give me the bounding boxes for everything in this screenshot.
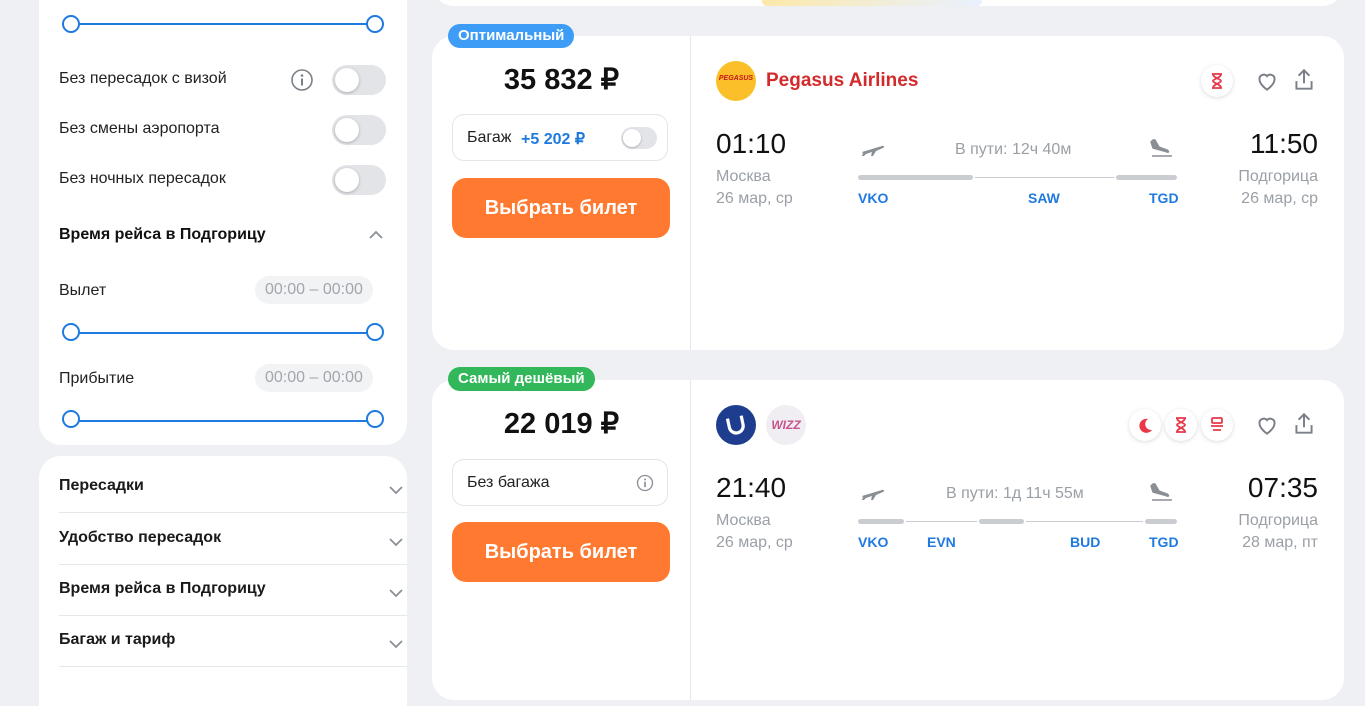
flight-duration: В пути: 1д 11ч 55м bbox=[946, 485, 1084, 502]
departure-slider-min-handle[interactable] bbox=[62, 323, 80, 341]
toggle-no-visa-transfers[interactable] bbox=[332, 65, 386, 95]
airport-code: VKO bbox=[858, 190, 889, 206]
select-ticket-button[interactable]: Выбрать билет bbox=[452, 522, 670, 582]
wizz-logo: WIZZ bbox=[766, 405, 806, 445]
arrival-slider-track[interactable] bbox=[71, 420, 375, 422]
chevron-down-icon bbox=[389, 589, 403, 598]
chevron-up-icon[interactable] bbox=[367, 226, 385, 249]
departure-slider-max-handle[interactable] bbox=[366, 323, 384, 341]
utair-logo bbox=[716, 405, 756, 445]
filter-label-airport-change: Без смены аэропорта bbox=[59, 120, 220, 137]
accordion-transfers[interactable]: Пересадки bbox=[59, 461, 407, 513]
departure-city: Москва bbox=[716, 512, 771, 529]
hourglass-icon bbox=[1165, 409, 1197, 441]
arrival-city: Подгорица bbox=[1238, 168, 1318, 185]
info-icon[interactable] bbox=[290, 68, 314, 97]
price-slider-min-handle[interactable] bbox=[62, 15, 80, 33]
select-ticket-button[interactable]: Выбрать билет bbox=[452, 178, 670, 238]
favorite-heart-icon[interactable] bbox=[1254, 412, 1280, 443]
toggle-no-night-transfers[interactable] bbox=[332, 165, 386, 195]
plane-landing-icon bbox=[1149, 482, 1175, 507]
route-segment bbox=[979, 519, 1024, 524]
departure-date: 26 мар, ср bbox=[716, 190, 793, 207]
ticket-card[interactable]: 35 832 ₽ Багаж +5 202 ₽ Выбрать билет PE… bbox=[432, 36, 1344, 350]
arrival-range: 00:00 – 00:00 bbox=[255, 364, 373, 392]
ticket-badge: Самый дешёвый bbox=[448, 367, 595, 391]
airport-code: EVN bbox=[927, 534, 956, 550]
route-segment bbox=[858, 519, 904, 524]
plane-takeoff-icon bbox=[860, 139, 886, 164]
route-segment bbox=[1145, 519, 1177, 524]
arrival-date: 26 мар, ср bbox=[1241, 190, 1318, 207]
accordion-baggage-tariff[interactable]: Багаж и тариф bbox=[59, 615, 407, 667]
departure-label: Вылет bbox=[59, 282, 107, 299]
filter-label-visa: Без пересадок с визой bbox=[59, 70, 227, 87]
filters-accordion: Пересадки Удобство пересадок Время рейса… bbox=[39, 456, 407, 706]
airport-code: SAW bbox=[1028, 190, 1060, 206]
ticket-price: 35 832 ₽ bbox=[503, 64, 620, 96]
departure-time: 21:40 bbox=[716, 472, 787, 503]
baggage-price: +5 202 ₽ bbox=[521, 131, 586, 148]
baggage-option[interactable]: Багаж +5 202 ₽ bbox=[452, 114, 668, 161]
baggage-label: Багаж bbox=[467, 129, 512, 146]
price-slider-max-handle[interactable] bbox=[366, 15, 384, 33]
flight-duration: В пути: 12ч 40м bbox=[955, 141, 1072, 158]
chevron-down-icon bbox=[389, 640, 403, 649]
hourglass-icon bbox=[1201, 65, 1233, 97]
plane-takeoff-icon bbox=[860, 483, 886, 508]
share-icon[interactable] bbox=[1291, 411, 1317, 442]
baggage-option[interactable]: Без багажа bbox=[452, 459, 668, 506]
baggage-recheck-icon bbox=[1201, 409, 1233, 441]
arrival-slider-max-handle[interactable] bbox=[366, 410, 384, 428]
chevron-down-icon bbox=[389, 538, 403, 547]
airport-code: TGD bbox=[1149, 190, 1179, 206]
filter-label-night-transfers: Без ночных пересадок bbox=[59, 170, 226, 187]
top-banner bbox=[432, 0, 1344, 6]
info-icon[interactable] bbox=[635, 473, 655, 498]
baggage-toggle[interactable] bbox=[621, 127, 657, 149]
route-layover bbox=[906, 521, 977, 522]
ticket-badge: Оптимальный bbox=[448, 24, 575, 48]
flight-time-title: Время рейса в Подгорицу bbox=[59, 226, 266, 243]
arrival-time: 07:35 bbox=[1247, 472, 1318, 503]
arrival-slider-min-handle[interactable] bbox=[62, 410, 80, 428]
airport-code: TGD bbox=[1149, 534, 1179, 550]
filters-panel: Без пересадок с визой Без смены аэропорт… bbox=[39, 0, 407, 445]
route-layover bbox=[975, 177, 1114, 178]
departure-city: Москва bbox=[716, 168, 771, 185]
accordion-flight-time[interactable]: Время рейса в Подгорицу bbox=[59, 564, 407, 616]
arrival-date: 28 мар, пт bbox=[1242, 534, 1318, 551]
chevron-down-icon bbox=[389, 486, 403, 495]
route-segment bbox=[1116, 175, 1177, 180]
ticket-price: 22 019 ₽ bbox=[503, 408, 620, 440]
price-slider-track[interactable] bbox=[71, 23, 375, 25]
airline-name: Pegasus Airlines bbox=[766, 70, 919, 91]
plane-landing-icon bbox=[1149, 138, 1175, 163]
favorite-heart-icon[interactable] bbox=[1254, 68, 1280, 99]
arrival-label: Прибытие bbox=[59, 370, 135, 387]
ticket-card[interactable]: 22 019 ₽ Без багажа Выбрать билет WIZZ 2… bbox=[432, 380, 1344, 700]
airport-code: VKO bbox=[858, 534, 889, 550]
airport-code: BUD bbox=[1070, 534, 1101, 550]
departure-date: 26 мар, ср bbox=[716, 534, 793, 551]
arrival-city: Подгорица bbox=[1238, 512, 1318, 529]
route-layover bbox=[1026, 521, 1143, 522]
share-icon[interactable] bbox=[1291, 67, 1317, 98]
airline-logo: PEGASUS bbox=[716, 61, 756, 101]
accordion-transfer-comfort[interactable]: Удобство пересадок bbox=[59, 513, 407, 565]
baggage-label: Без багажа bbox=[467, 474, 550, 491]
moon-icon bbox=[1129, 409, 1161, 441]
toggle-no-airport-change[interactable] bbox=[332, 115, 386, 145]
arrival-time: 11:50 bbox=[1250, 128, 1318, 159]
departure-slider-track[interactable] bbox=[71, 332, 375, 334]
departure-time: 01:10 bbox=[716, 128, 787, 159]
departure-range: 00:00 – 00:00 bbox=[255, 276, 373, 304]
route-segment bbox=[858, 175, 973, 180]
